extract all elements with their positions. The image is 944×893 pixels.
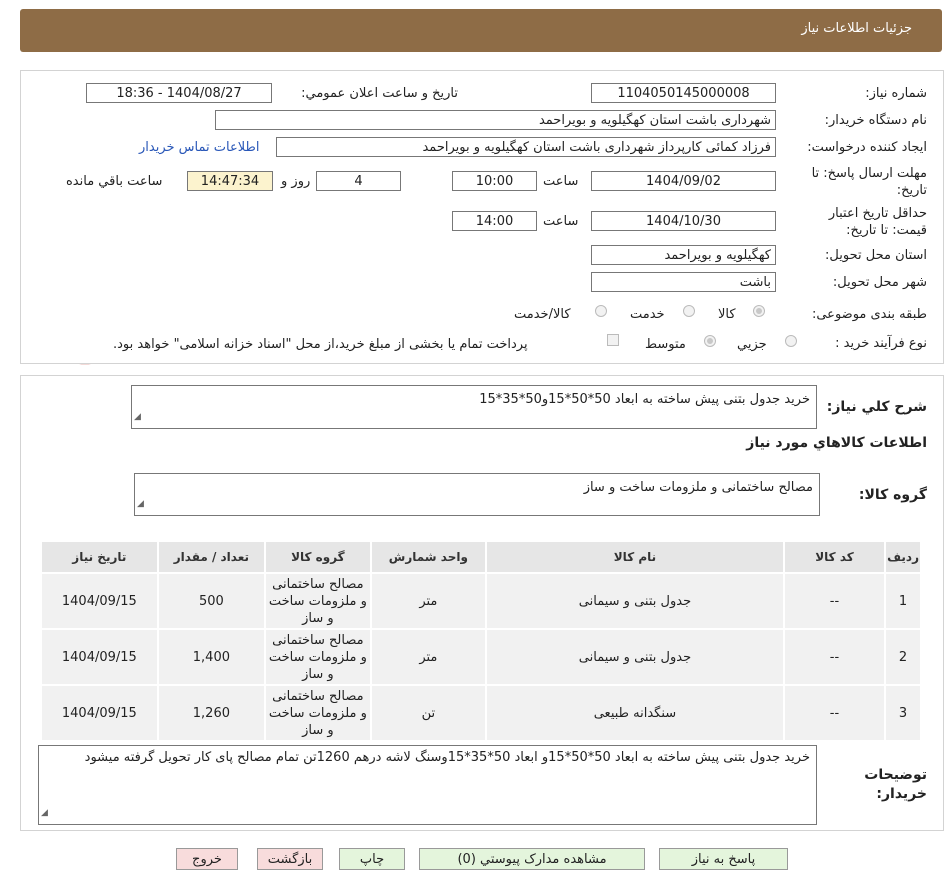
- validity-label-2: قيمت: تا تاريخ:: [846, 223, 927, 238]
- goods-qty: 500: [156, 572, 267, 630]
- exit-button[interactable]: خروج: [176, 848, 238, 870]
- goods-need-date: 1404/09/15: [40, 572, 159, 630]
- validity-date-field: 1404/10/30: [591, 211, 776, 231]
- goods-table: رديف کد کالا نام کالا واحد شمارش گروه کا…: [40, 540, 922, 742]
- goods-qty: 1,260: [156, 684, 267, 742]
- validity-time-field: 14:00: [452, 211, 537, 231]
- resize-handle-icon[interactable]: ◢: [41, 803, 48, 823]
- goods-code: --: [782, 684, 887, 742]
- process-type-label: نوع فرآيند خريد :: [835, 336, 927, 351]
- validity-label: حداقل تاريخ اعتبار: [828, 206, 927, 221]
- days-remaining-field: 4: [316, 171, 401, 191]
- row-number: 2: [884, 628, 922, 686]
- goods-need-date: 1404/09/15: [40, 628, 159, 686]
- goods-name: جدول بتنی و سیمانی: [485, 628, 785, 686]
- need-number-label: شماره نیاز:: [865, 86, 927, 101]
- print-button[interactable]: چاپ: [339, 848, 405, 870]
- goods-group: مصالح ساختمانی و ملزومات ساخت و ساز: [264, 572, 372, 630]
- category-service-radio[interactable]: [683, 305, 695, 317]
- category-both-radio[interactable]: [595, 305, 607, 317]
- treasury-payment-note: پرداخت تمام یا بخشی از مبلغ خرید،از محل …: [113, 337, 528, 352]
- requester-field: فرزاد کمائی کارپرداز شهرداری باشت استان …: [276, 137, 776, 157]
- row-number: 3: [884, 684, 922, 742]
- goods-need-date: 1404/09/15: [40, 684, 159, 742]
- goods-unit: تن: [369, 684, 488, 742]
- process-medium-radio[interactable]: [704, 335, 716, 347]
- col-code-header: کد کالا: [782, 540, 887, 574]
- goods-name: سنگدانه طبیعی: [485, 684, 785, 742]
- col-name-header: نام کالا: [485, 540, 785, 574]
- table-row: 3 -- سنگدانه طبیعی تن مصالح ساختمانی و م…: [40, 684, 922, 742]
- buyer-notes-label: توضيحات: [864, 767, 927, 783]
- deadline-time-field: 10:00: [452, 171, 537, 191]
- validity-time-label: ساعت: [543, 214, 579, 229]
- col-date-header: تاريخ نياز: [40, 540, 159, 574]
- goods-qty: 1,400: [156, 628, 267, 686]
- general-description-text: خرید جدول بتنی پیش ساخته به ابعاد 50*50*…: [479, 392, 810, 407]
- buyer-contact-link[interactable]: اطلاعات تماس خريدار: [139, 140, 259, 155]
- deadline-label: مهلت ارسال پاسخ: تا: [811, 166, 927, 181]
- process-minor-radio[interactable]: [785, 335, 797, 347]
- buyer-notes-field: خرید جدول بتنی پیش ساخته به ابعاد 50*50*…: [38, 745, 817, 825]
- goods-info-title: اطلاعات کالاهاي مورد نياز: [746, 435, 927, 451]
- buyer-notes-text: خرید جدول بتنی پیش ساخته به ابعاد 50*50*…: [84, 750, 810, 765]
- remaining-time-field: 14:47:34: [187, 171, 273, 191]
- buyer-notes-label-2: خريدار:: [876, 786, 927, 802]
- row-number: 1: [884, 572, 922, 630]
- goods-group-text: مصالح ساختمانی و ملزومات ساخت و ساز: [583, 480, 813, 495]
- requester-label: ايجاد کننده درخواست:: [807, 140, 927, 155]
- goods-group-field: مصالح ساختمانی و ملزومات ساخت و ساز ◢: [134, 473, 820, 516]
- table-header-row: رديف کد کالا نام کالا واحد شمارش گروه کا…: [40, 540, 922, 574]
- goods-name: جدول بتنی و سیمانی: [485, 572, 785, 630]
- treasury-payment-checkbox[interactable]: [607, 334, 619, 346]
- general-description-field: خرید جدول بتنی پیش ساخته به ابعاد 50*50*…: [131, 385, 817, 429]
- buyer-org-label: نام دستگاه خريدار:: [824, 113, 927, 128]
- remaining-time-label: ساعت باقي مانده: [66, 174, 163, 189]
- table-row: 2 -- جدول بتنی و سیمانی متر مصالح ساختما…: [40, 628, 922, 686]
- col-unit-header: واحد شمارش: [369, 540, 488, 574]
- city-label: شهر محل تحويل:: [832, 275, 927, 290]
- respond-button[interactable]: پاسخ به نياز: [659, 848, 788, 870]
- goods-group: مصالح ساختمانی و ملزومات ساخت و ساز: [264, 628, 372, 686]
- province-field: کهگیلویه و بویراحمد: [591, 245, 776, 265]
- goods-group-label: گروه کالا:: [858, 487, 927, 503]
- province-label: استان محل تحويل:: [825, 248, 927, 263]
- goods-unit: متر: [369, 628, 488, 686]
- goods-unit: متر: [369, 572, 488, 630]
- resize-handle-icon[interactable]: ◢: [134, 407, 141, 427]
- buyer-org-field: شهرداری باشت استان کهگیلویه و بویراحمد: [215, 110, 776, 130]
- process-medium-label: متوسط: [645, 337, 686, 352]
- back-button[interactable]: بازگشت: [257, 848, 323, 870]
- announce-date-label: تاریخ و ساعت اعلان عمومي:: [301, 86, 458, 101]
- general-description-label: شرح کلي نياز:: [826, 399, 927, 415]
- page-title: جزئیات اطلاعات نیاز: [801, 21, 912, 36]
- col-group-header: گروه کالا: [264, 540, 372, 574]
- category-service-label: خدمت: [630, 307, 665, 322]
- city-field: باشت: [591, 272, 776, 292]
- col-row-header: رديف: [884, 540, 922, 574]
- goods-group: مصالح ساختمانی و ملزومات ساخت و ساز: [264, 684, 372, 742]
- goods-code: --: [782, 572, 887, 630]
- days-label: روز و: [281, 174, 311, 189]
- deadline-date-field: 1404/09/02: [591, 171, 776, 191]
- announce-date-field: 1404/08/27 - 18:36: [86, 83, 272, 103]
- deadline-time-label: ساعت: [543, 174, 579, 189]
- process-minor-label: جزيي: [737, 337, 767, 352]
- page-header: جزئیات اطلاعات نیاز: [20, 9, 942, 52]
- view-attachments-button[interactable]: مشاهده مدارک پيوستي (0): [419, 848, 645, 870]
- category-both-label: کالا/خدمت: [514, 307, 571, 322]
- deadline-label-2: تاريخ:: [896, 183, 927, 198]
- col-qty-header: تعداد / مقدار: [156, 540, 267, 574]
- category-goods-radio[interactable]: [753, 305, 765, 317]
- table-row: 1 -- جدول بتنی و سیمانی متر مصالح ساختما…: [40, 572, 922, 630]
- category-label: طبقه بندی موضوعی:: [811, 307, 927, 322]
- category-goods-label: کالا: [718, 307, 736, 322]
- need-number-field: 1104050145000008: [591, 83, 776, 103]
- resize-handle-icon[interactable]: ◢: [137, 494, 144, 514]
- goods-code: --: [782, 628, 887, 686]
